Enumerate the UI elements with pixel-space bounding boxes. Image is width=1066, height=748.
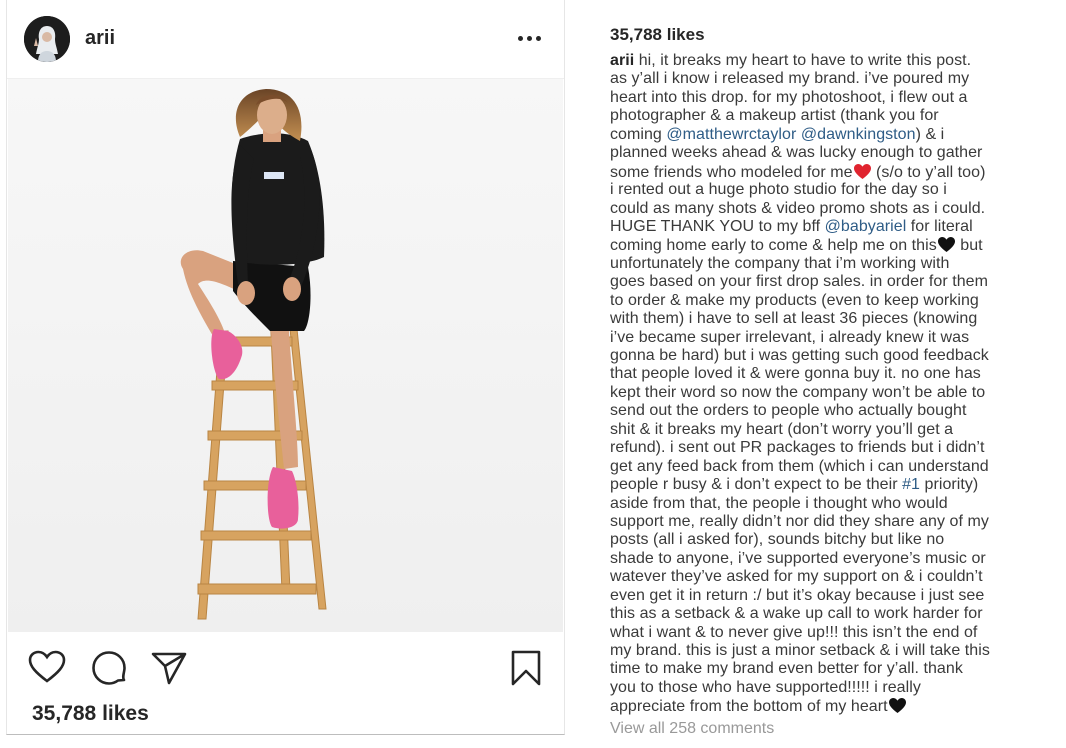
- mention-link[interactable]: @babyariel: [825, 218, 907, 235]
- mention-link[interactable]: @matthewrctaylor: [666, 126, 796, 143]
- instagram-post: arii 35,788 likes: [6, 0, 565, 735]
- caption-line: watever they’ve asked for my support on …: [610, 568, 983, 586]
- caption-line: planned weeks ahead & was lucky enough t…: [610, 144, 983, 162]
- caption-text: for literal: [906, 217, 973, 235]
- caption-line: posts (all i asked for), sounds bitchy b…: [610, 531, 945, 549]
- caption-line: i rented out a huge photo studio for the…: [610, 181, 947, 199]
- more-options-icon[interactable]: [515, 26, 545, 50]
- caption-line: people r busy & i don’t expect to be the…: [610, 476, 1060, 494]
- caption-text: priority): [920, 476, 979, 494]
- caption-line: as y’all i know i released my brand. i’v…: [610, 70, 970, 88]
- caption-line: aside from that, the people i thought wh…: [610, 494, 948, 512]
- caption-line: arii hi, it breaks my heart to have to w…: [610, 52, 1060, 70]
- caption-line: photographer & a makeup artist (thank yo…: [610, 107, 939, 125]
- likes-count-caption[interactable]: 35,788 likes: [610, 25, 705, 45]
- caption-line: support me, really didn’t nor did they s…: [610, 512, 989, 530]
- caption-text: hi, it breaks my heart to have to write …: [634, 52, 972, 69]
- caption-line: goes based on your first drop sales. in …: [610, 273, 989, 291]
- caption-line: appreciate from the bottom of my heart: [610, 697, 1060, 715]
- comment-icon[interactable]: [89, 648, 129, 688]
- post-actions: [7, 644, 564, 692]
- caption-line: heart into this drop. for my photoshoot,…: [610, 88, 968, 106]
- caption-line: get any feed back from them (which i can…: [610, 457, 989, 475]
- caption-line: could as many shots & video promo shots …: [610, 199, 986, 217]
- red-heart-emoji: [853, 163, 871, 179]
- likes-count[interactable]: 35,788 likes: [32, 702, 149, 726]
- caption-line: shit & it breaks my heart (don’t worry y…: [610, 420, 954, 438]
- caption-line: kept their word so now the company won’t…: [610, 383, 986, 401]
- caption-author[interactable]: arii: [610, 52, 634, 69]
- caption-text: coming home early to come & help me on t…: [610, 237, 937, 255]
- view-all-comments-link[interactable]: View all 258 comments: [610, 720, 774, 738]
- caption-line: HUGE THANK YOU to my bff @babyariel for …: [610, 218, 1060, 236]
- caption-line: my brand. this is just a minor setback &…: [610, 642, 990, 659]
- caption-line: i’ve became super irrelevant, i already …: [610, 328, 970, 346]
- caption-line: refund). i sent out PR packages to frien…: [610, 439, 985, 457]
- caption-text: some friends who modeled for me: [610, 163, 853, 181]
- caption-line: what i want & to never give up!!! this i…: [610, 623, 978, 641]
- caption-line: gonna be hard) but i was getting such go…: [610, 347, 989, 364]
- caption-text: people r busy & i don’t expect to be the…: [610, 476, 903, 494]
- caption-text: coming: [610, 125, 667, 143]
- post-header: arii: [7, 0, 564, 79]
- avatar[interactable]: [24, 16, 70, 62]
- hashtag-link[interactable]: #1: [902, 476, 920, 493]
- caption-line: you to those who have supported!!!!! i r…: [610, 678, 921, 696]
- mention-link[interactable]: @dawnkingston: [801, 126, 916, 143]
- post-caption: arii hi, it breaks my heart to have to w…: [610, 52, 1060, 716]
- black-heart-emoji: [937, 237, 955, 253]
- caption-line: this as a setback & a wake up call to wo…: [610, 605, 983, 623]
- heart-outline-icon[interactable]: [27, 648, 67, 688]
- caption-line: to order & make my products (even to kee…: [610, 291, 979, 309]
- caption-line: that people loved it & were gonna buy it…: [610, 365, 981, 383]
- caption-text: but: [955, 237, 983, 255]
- caption-text: ) & i: [915, 125, 945, 143]
- caption-line: coming home early to come & help me on t…: [610, 236, 1060, 254]
- bookmark-icon[interactable]: [506, 648, 546, 688]
- caption-line: some friends who modeled for me (s/o to …: [610, 163, 1060, 181]
- caption-line: unfortunately the company that i’m worki…: [610, 254, 950, 272]
- caption-line: with them) i have to sell at least 36 pi…: [610, 310, 978, 328]
- post-photo[interactable]: [8, 79, 563, 632]
- caption-line: send out the orders to people who actual…: [610, 402, 967, 420]
- caption-text: (s/o to y’all too): [871, 163, 986, 181]
- post-username[interactable]: arii: [85, 27, 115, 50]
- caption-text: HUGE THANK YOU to my bff: [610, 217, 825, 235]
- share-icon[interactable]: [149, 648, 189, 688]
- caption-line: coming @matthewrctaylor @dawnkingston) &…: [610, 126, 1060, 144]
- caption-line: even get it in return :/ but it’s okay b…: [610, 586, 985, 604]
- black-heart-emoji: [888, 698, 906, 714]
- caption-line: time to make my brand even better for y’…: [610, 660, 963, 678]
- caption-text: appreciate from the bottom of my heart: [610, 698, 888, 716]
- caption-line: shade to anyone, i’ve supported everyone…: [610, 549, 986, 567]
